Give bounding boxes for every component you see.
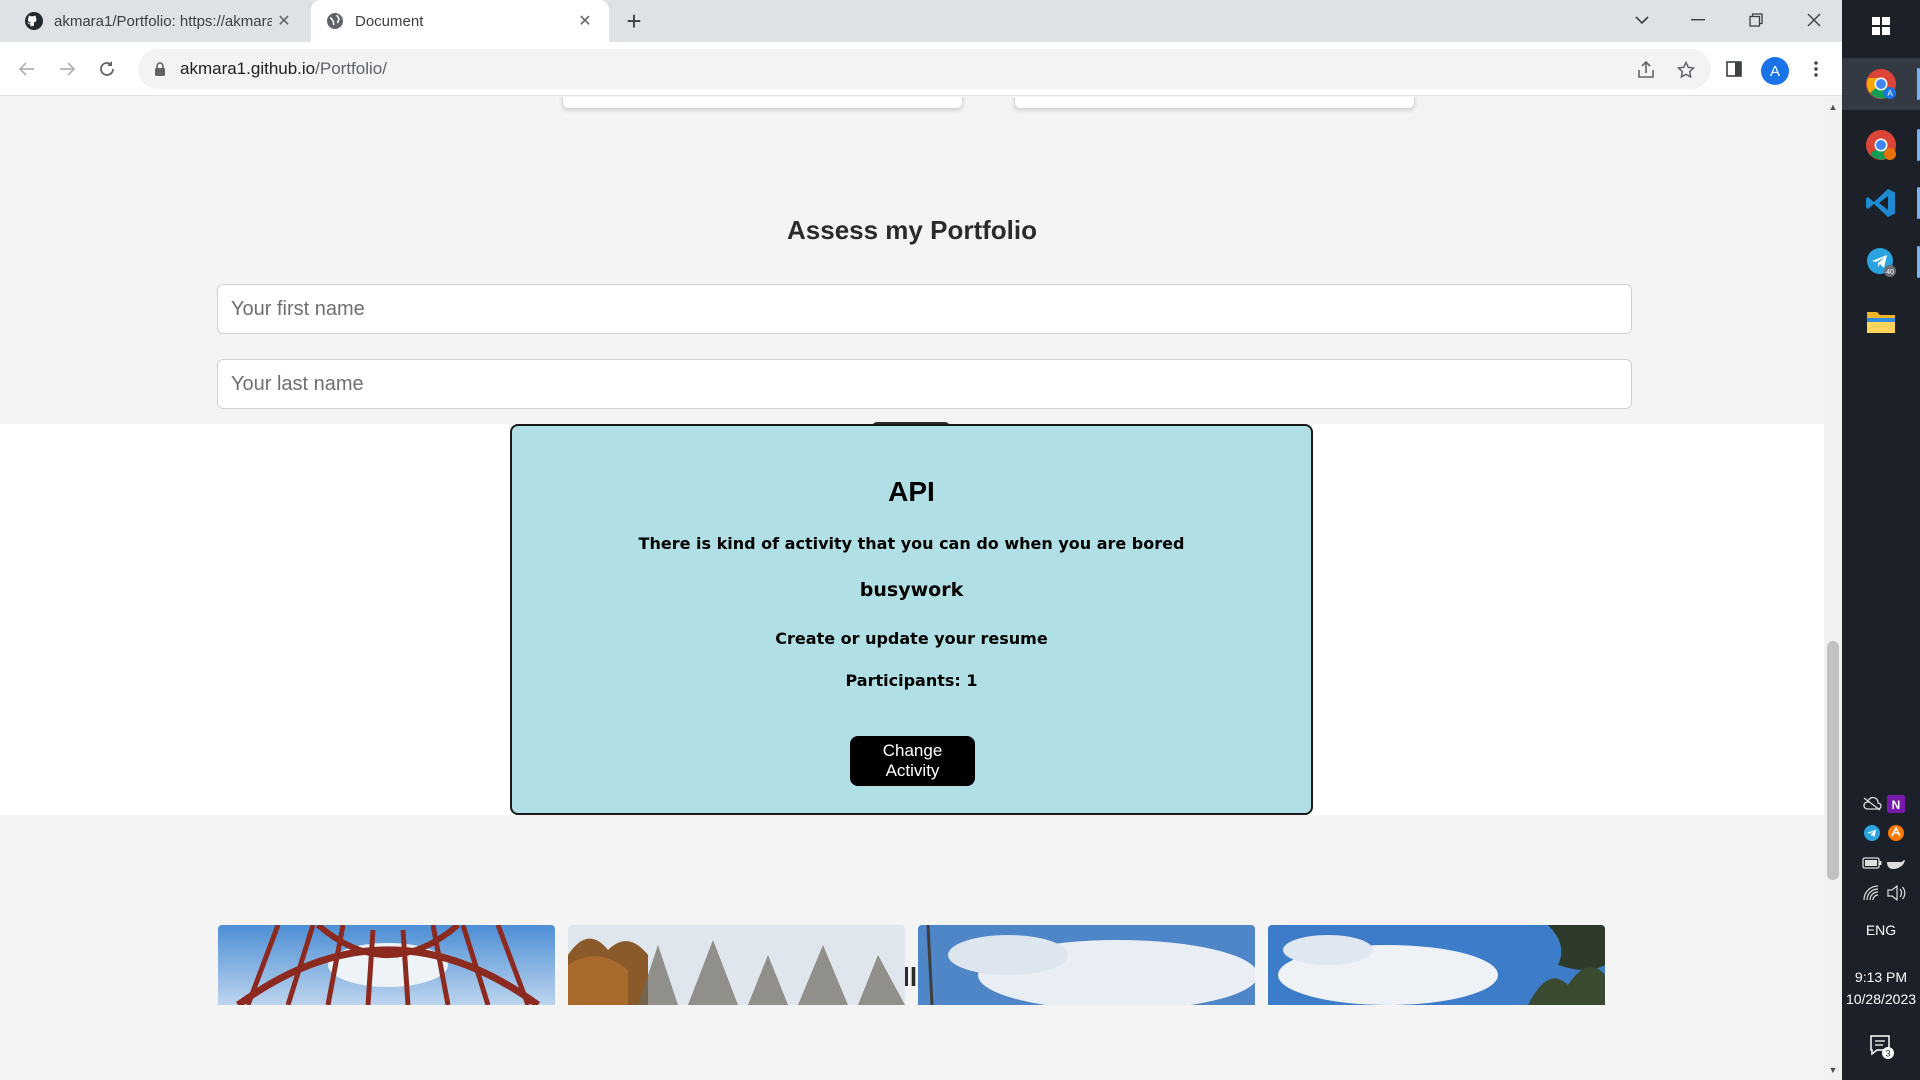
- wifi-icon[interactable]: [1861, 882, 1883, 904]
- assess-title: Assess my Portfolio: [787, 215, 1037, 245]
- battery-icon[interactable]: [1861, 852, 1883, 874]
- first-name-input[interactable]: [217, 284, 1632, 334]
- close-tab-icon[interactable]: ✕: [272, 9, 296, 33]
- change-label-line2: Activity: [885, 761, 940, 780]
- reload-icon[interactable]: [92, 54, 122, 84]
- docker-icon[interactable]: [1885, 852, 1907, 874]
- chrome-profile-taskbar-icon[interactable]: [1842, 119, 1920, 171]
- chrome-taskbar-icon[interactable]: A: [1842, 58, 1920, 110]
- windows-taskbar: A 40 N ENG 9:13 PM 10/28/2023 3: [1842, 0, 1920, 1080]
- lock-icon[interactable]: [152, 61, 168, 77]
- project-card: [562, 97, 963, 109]
- svg-text:A: A: [1887, 89, 1893, 98]
- tab-strip: akmara1/Portfolio: https://akmara ✕ Docu…: [0, 0, 1842, 42]
- onenote-icon[interactable]: N: [1885, 793, 1907, 815]
- change-activity-button[interactable]: Change Activity: [850, 736, 975, 786]
- telegram-badge: 40: [1886, 269, 1894, 276]
- scroll-thumb[interactable]: [1827, 641, 1839, 880]
- side-panel-icon[interactable]: [1719, 54, 1749, 84]
- last-name-input[interactable]: [217, 359, 1632, 409]
- share-icon[interactable]: [1635, 59, 1657, 81]
- minimize-icon[interactable]: [1670, 2, 1726, 38]
- gallery-image[interactable]: [568, 925, 905, 1005]
- participants-text: Participants: 1: [845, 671, 978, 690]
- tab-title: akmara1/Portfolio: https://akmara: [54, 12, 272, 30]
- bookmark-star-icon[interactable]: [1675, 59, 1697, 81]
- activity-type: busywork: [859, 579, 964, 601]
- gallery-image[interactable]: [1268, 925, 1605, 1005]
- onedrive-offline-icon[interactable]: [1861, 793, 1883, 815]
- telegram-tray-icon[interactable]: [1861, 822, 1883, 844]
- file-explorer-taskbar-icon[interactable]: [1842, 295, 1920, 347]
- back-icon[interactable]: [12, 54, 42, 84]
- url-text: akmara1.github.io/Portfolio/: [180, 59, 387, 79]
- gallery-image[interactable]: [218, 925, 555, 1005]
- close-tab-icon[interactable]: ✕: [573, 9, 597, 33]
- api-subtitle: There is kind of activity that you can d…: [638, 534, 1185, 553]
- telegram-taskbar-icon[interactable]: 40: [1842, 236, 1920, 288]
- restore-icon[interactable]: [1728, 2, 1784, 38]
- forward-icon[interactable]: [52, 54, 82, 84]
- start-button[interactable]: [1842, 0, 1920, 52]
- page-scrollbar[interactable]: ▲ ▼: [1824, 97, 1842, 1080]
- address-bar[interactable]: akmara1.github.io/Portfolio/: [138, 49, 1711, 89]
- notifications-icon[interactable]: 3: [1868, 1033, 1894, 1059]
- gallery-image[interactable]: [918, 925, 1255, 1005]
- globe-icon: [325, 11, 345, 31]
- menu-kebab-icon[interactable]: [1801, 54, 1831, 84]
- tab-title: Document: [355, 12, 424, 30]
- notification-count: 3: [1885, 1049, 1890, 1059]
- tab-document[interactable]: Document ✕: [311, 0, 609, 42]
- tab-search-icon[interactable]: [1614, 2, 1670, 38]
- scroll-up-icon[interactable]: ▲: [1824, 99, 1842, 115]
- language-indicator[interactable]: ENG: [1842, 922, 1920, 938]
- api-card: API There is kind of activity that you c…: [510, 424, 1313, 815]
- avast-icon[interactable]: [1885, 822, 1907, 844]
- tab-github[interactable]: akmara1/Portfolio: https://akmara ✕: [0, 0, 308, 42]
- github-icon: [24, 11, 44, 31]
- svg-text:N: N: [1892, 798, 1901, 812]
- scroll-down-icon[interactable]: ▼: [1824, 1062, 1842, 1078]
- profile-avatar[interactable]: A: [1761, 57, 1789, 85]
- activity-text: Create or update your resume: [775, 629, 1048, 648]
- change-label-line1: Change: [882, 741, 943, 760]
- vscode-taskbar-icon[interactable]: [1842, 177, 1920, 229]
- close-window-icon[interactable]: [1786, 2, 1842, 38]
- clock-time[interactable]: 9:13 PM: [1842, 969, 1920, 985]
- url-host: akmara1.github.io: [180, 59, 316, 78]
- api-title: API: [888, 476, 935, 507]
- volume-icon[interactable]: [1885, 882, 1907, 904]
- project-card: [1014, 97, 1415, 109]
- url-path: /Portfolio/: [315, 59, 387, 78]
- new-tab-button[interactable]: +: [620, 6, 648, 36]
- clock-date[interactable]: 10/28/2023: [1842, 991, 1920, 1007]
- browser-toolbar: akmara1.github.io/Portfolio/: [0, 42, 1842, 96]
